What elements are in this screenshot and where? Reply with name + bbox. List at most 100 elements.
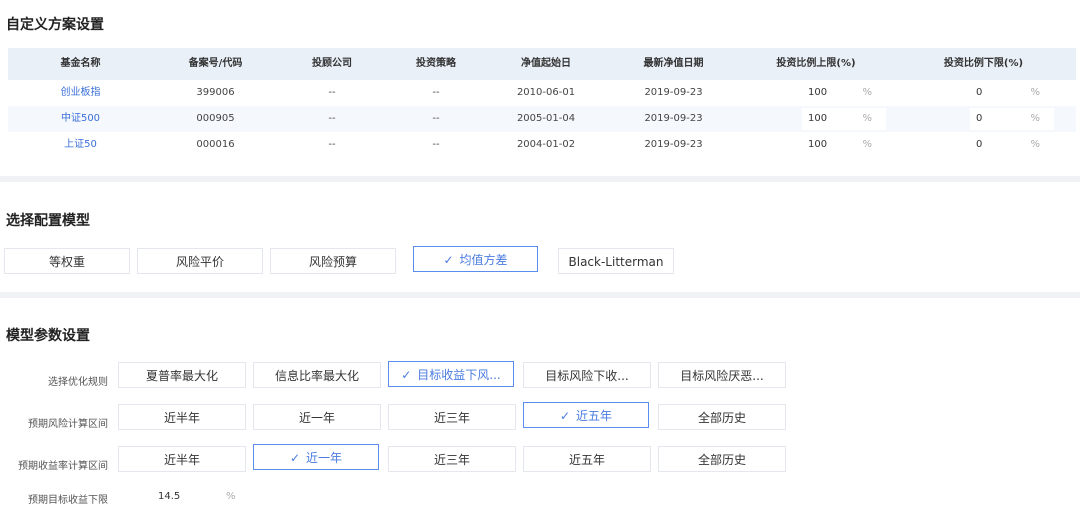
risk-option-one-year[interactable]: 近一年 — [253, 404, 381, 430]
upper-limit-value: 100 — [808, 139, 828, 150]
option-label: 近一年 — [298, 411, 335, 425]
rule-option-info-ratio[interactable]: 信息比率最大化 — [253, 362, 381, 388]
return-option-half-year[interactable]: 近半年 — [118, 446, 246, 472]
option-label: 目标收益下风... — [417, 368, 501, 382]
upper-limit-input[interactable]: 100 % — [802, 82, 886, 104]
fund-start-date: 2005-01-04 — [516, 113, 576, 124]
fund-name-link[interactable]: 上证50 — [8, 132, 153, 158]
lower-limit-input[interactable]: 0 % — [970, 108, 1054, 130]
option-label: 风险预算 — [308, 255, 357, 269]
section-title-model: 选择配置模型 — [6, 213, 90, 229]
option-label: 近一年 — [306, 451, 343, 465]
section-divider — [0, 176, 1080, 182]
col-strategy: 投资策略 — [416, 58, 456, 69]
option-label: 风险平价 — [175, 255, 224, 269]
model-option-risk-parity[interactable]: 风险平价 — [137, 248, 263, 274]
option-label: 夏普率最大化 — [145, 369, 218, 383]
fund-latest-date: 2019-09-23 — [644, 139, 703, 150]
option-label: 全部历史 — [697, 453, 746, 467]
table-row: 上证50 000016 -- -- 2004-01-02 2019-09-23 … — [8, 132, 1076, 158]
model-option-equal-weight[interactable]: 等权重 — [4, 248, 130, 274]
risk-option-five-year[interactable]: ✓ 近五年 — [523, 402, 649, 428]
upper-limit-input[interactable]: 100 % — [802, 134, 886, 156]
upper-limit-value: 100 — [808, 87, 828, 98]
option-label: 等权重 — [48, 255, 85, 269]
rule-option-sharpe[interactable]: 夏普率最大化 — [118, 362, 246, 388]
option-label: 近半年 — [163, 453, 200, 467]
option-label: 全部历史 — [697, 411, 746, 425]
fund-code: 399006 — [196, 87, 235, 98]
fund-strategy: -- — [432, 113, 440, 124]
risk-period-label: 预期风险计算区间 — [28, 419, 108, 430]
return-period-label: 预期收益率计算区间 — [18, 461, 108, 472]
col-advisor: 投顾公司 — [312, 58, 352, 69]
percent-unit: % — [1030, 113, 1040, 124]
percent-unit: % — [226, 491, 236, 502]
model-option-black-litterman[interactable]: Black-Litterman — [558, 248, 674, 274]
lower-limit-input[interactable]: 0 % — [970, 82, 1054, 104]
fund-code: 000016 — [196, 139, 235, 150]
check-icon: ✓ — [401, 368, 412, 382]
option-label: 近半年 — [163, 411, 200, 425]
option-label: Black-Litterman — [568, 255, 664, 269]
percent-unit: % — [862, 113, 872, 124]
return-option-all-history[interactable]: 全部历史 — [658, 446, 786, 472]
rule-option-target-risk[interactable]: 目标风险下收... — [523, 362, 651, 388]
fund-name-link[interactable]: 中证500 — [8, 106, 153, 132]
model-option-risk-budget[interactable]: 风险预算 — [270, 248, 396, 274]
fund-advisor: -- — [328, 87, 336, 98]
fund-name-link[interactable]: 创业板指 — [8, 80, 153, 106]
upper-limit-input[interactable]: 100 % — [802, 108, 886, 130]
option-label: 目标风险厌恶... — [680, 369, 764, 383]
model-option-mean-variance[interactable]: ✓ 均值方差 — [413, 246, 538, 272]
table-row: 中证500 000905 -- -- 2005-01-04 2019-09-23… — [8, 106, 1076, 132]
risk-option-three-year[interactable]: 近三年 — [388, 404, 516, 430]
percent-unit: % — [862, 87, 872, 98]
section-title-params: 模型参数设置 — [6, 328, 90, 344]
col-lower-limit: 投资比例下限(%) — [943, 58, 1024, 69]
table-row: 创业板指 399006 -- -- 2010-06-01 2019-09-23 … — [8, 80, 1076, 106]
option-label: 信息比率最大化 — [274, 369, 359, 383]
fund-advisor: -- — [328, 139, 336, 150]
option-label: 近三年 — [433, 411, 470, 425]
target-return-input[interactable]: 14.5 % — [118, 485, 242, 509]
option-label: 目标风险下收... — [545, 369, 629, 383]
fund-start-date: 2004-01-02 — [516, 139, 576, 150]
rule-option-target-return[interactable]: ✓ 目标收益下风... — [388, 361, 514, 387]
section-title-custom-plan: 自定义方案设置 — [6, 17, 104, 33]
check-icon: ✓ — [289, 451, 301, 465]
fund-code: 000905 — [196, 113, 235, 124]
risk-option-half-year[interactable]: 近半年 — [118, 404, 246, 430]
col-code: 备案号/代码 — [188, 58, 243, 69]
lower-limit-value: 0 — [976, 113, 983, 124]
target-return-label: 预期目标收益下限 — [28, 495, 108, 506]
lower-limit-input[interactable]: 0 % — [970, 134, 1054, 156]
fund-strategy: -- — [432, 139, 440, 150]
return-option-three-year[interactable]: 近三年 — [388, 446, 516, 472]
col-upper-limit: 投资比例上限(%) — [776, 58, 856, 69]
col-latest-date: 最新净值日期 — [643, 58, 704, 69]
table-header: 基金名称 备案号/代码 投顾公司 投资策略 净值起始日 最新净值日期 投资比例上… — [8, 48, 1076, 80]
lower-limit-value: 0 — [976, 87, 983, 98]
option-label: 均值方差 — [459, 253, 508, 267]
option-label: 近五年 — [568, 453, 605, 467]
rule-option-risk-aversion[interactable]: 目标风险厌恶... — [658, 362, 786, 388]
percent-unit: % — [1030, 87, 1040, 98]
check-icon: ✓ — [559, 409, 571, 423]
option-label: 近三年 — [433, 453, 470, 467]
col-fund-name: 基金名称 — [60, 58, 101, 69]
col-start-date: 净值起始日 — [521, 58, 571, 69]
upper-limit-value: 100 — [808, 113, 828, 124]
fund-strategy: -- — [432, 87, 440, 98]
target-return-value: 14.5 — [158, 491, 181, 502]
fund-start-date: 2010-06-01 — [516, 87, 576, 98]
rule-label: 选择优化规则 — [48, 377, 108, 388]
fund-latest-date: 2019-09-23 — [644, 113, 703, 124]
return-option-five-year[interactable]: 近五年 — [523, 446, 651, 472]
fund-advisor: -- — [328, 113, 336, 124]
lower-limit-value: 0 — [976, 139, 983, 150]
fund-latest-date: 2019-09-23 — [644, 87, 703, 98]
risk-option-all-history[interactable]: 全部历史 — [658, 404, 786, 430]
percent-unit: % — [862, 139, 872, 150]
return-option-one-year[interactable]: ✓ 近一年 — [253, 444, 379, 470]
